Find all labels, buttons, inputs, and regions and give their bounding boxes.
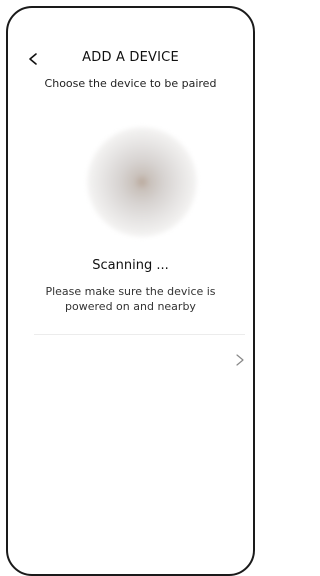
divider bbox=[34, 334, 245, 335]
scan-hint: Please make sure the device is powered o… bbox=[45, 285, 216, 313]
scan-status: Scanning ... bbox=[92, 258, 169, 273]
scan-animation bbox=[87, 127, 197, 237]
device-list-item[interactable] bbox=[8, 344, 253, 374]
page-subtitle: Choose the device to be paired bbox=[44, 77, 217, 90]
page-title: ADD A DEVICE bbox=[82, 50, 179, 65]
phone-frame: ADD A DEVICE Choose the device to be pai… bbox=[6, 6, 255, 576]
chevron-right-icon bbox=[236, 354, 244, 366]
